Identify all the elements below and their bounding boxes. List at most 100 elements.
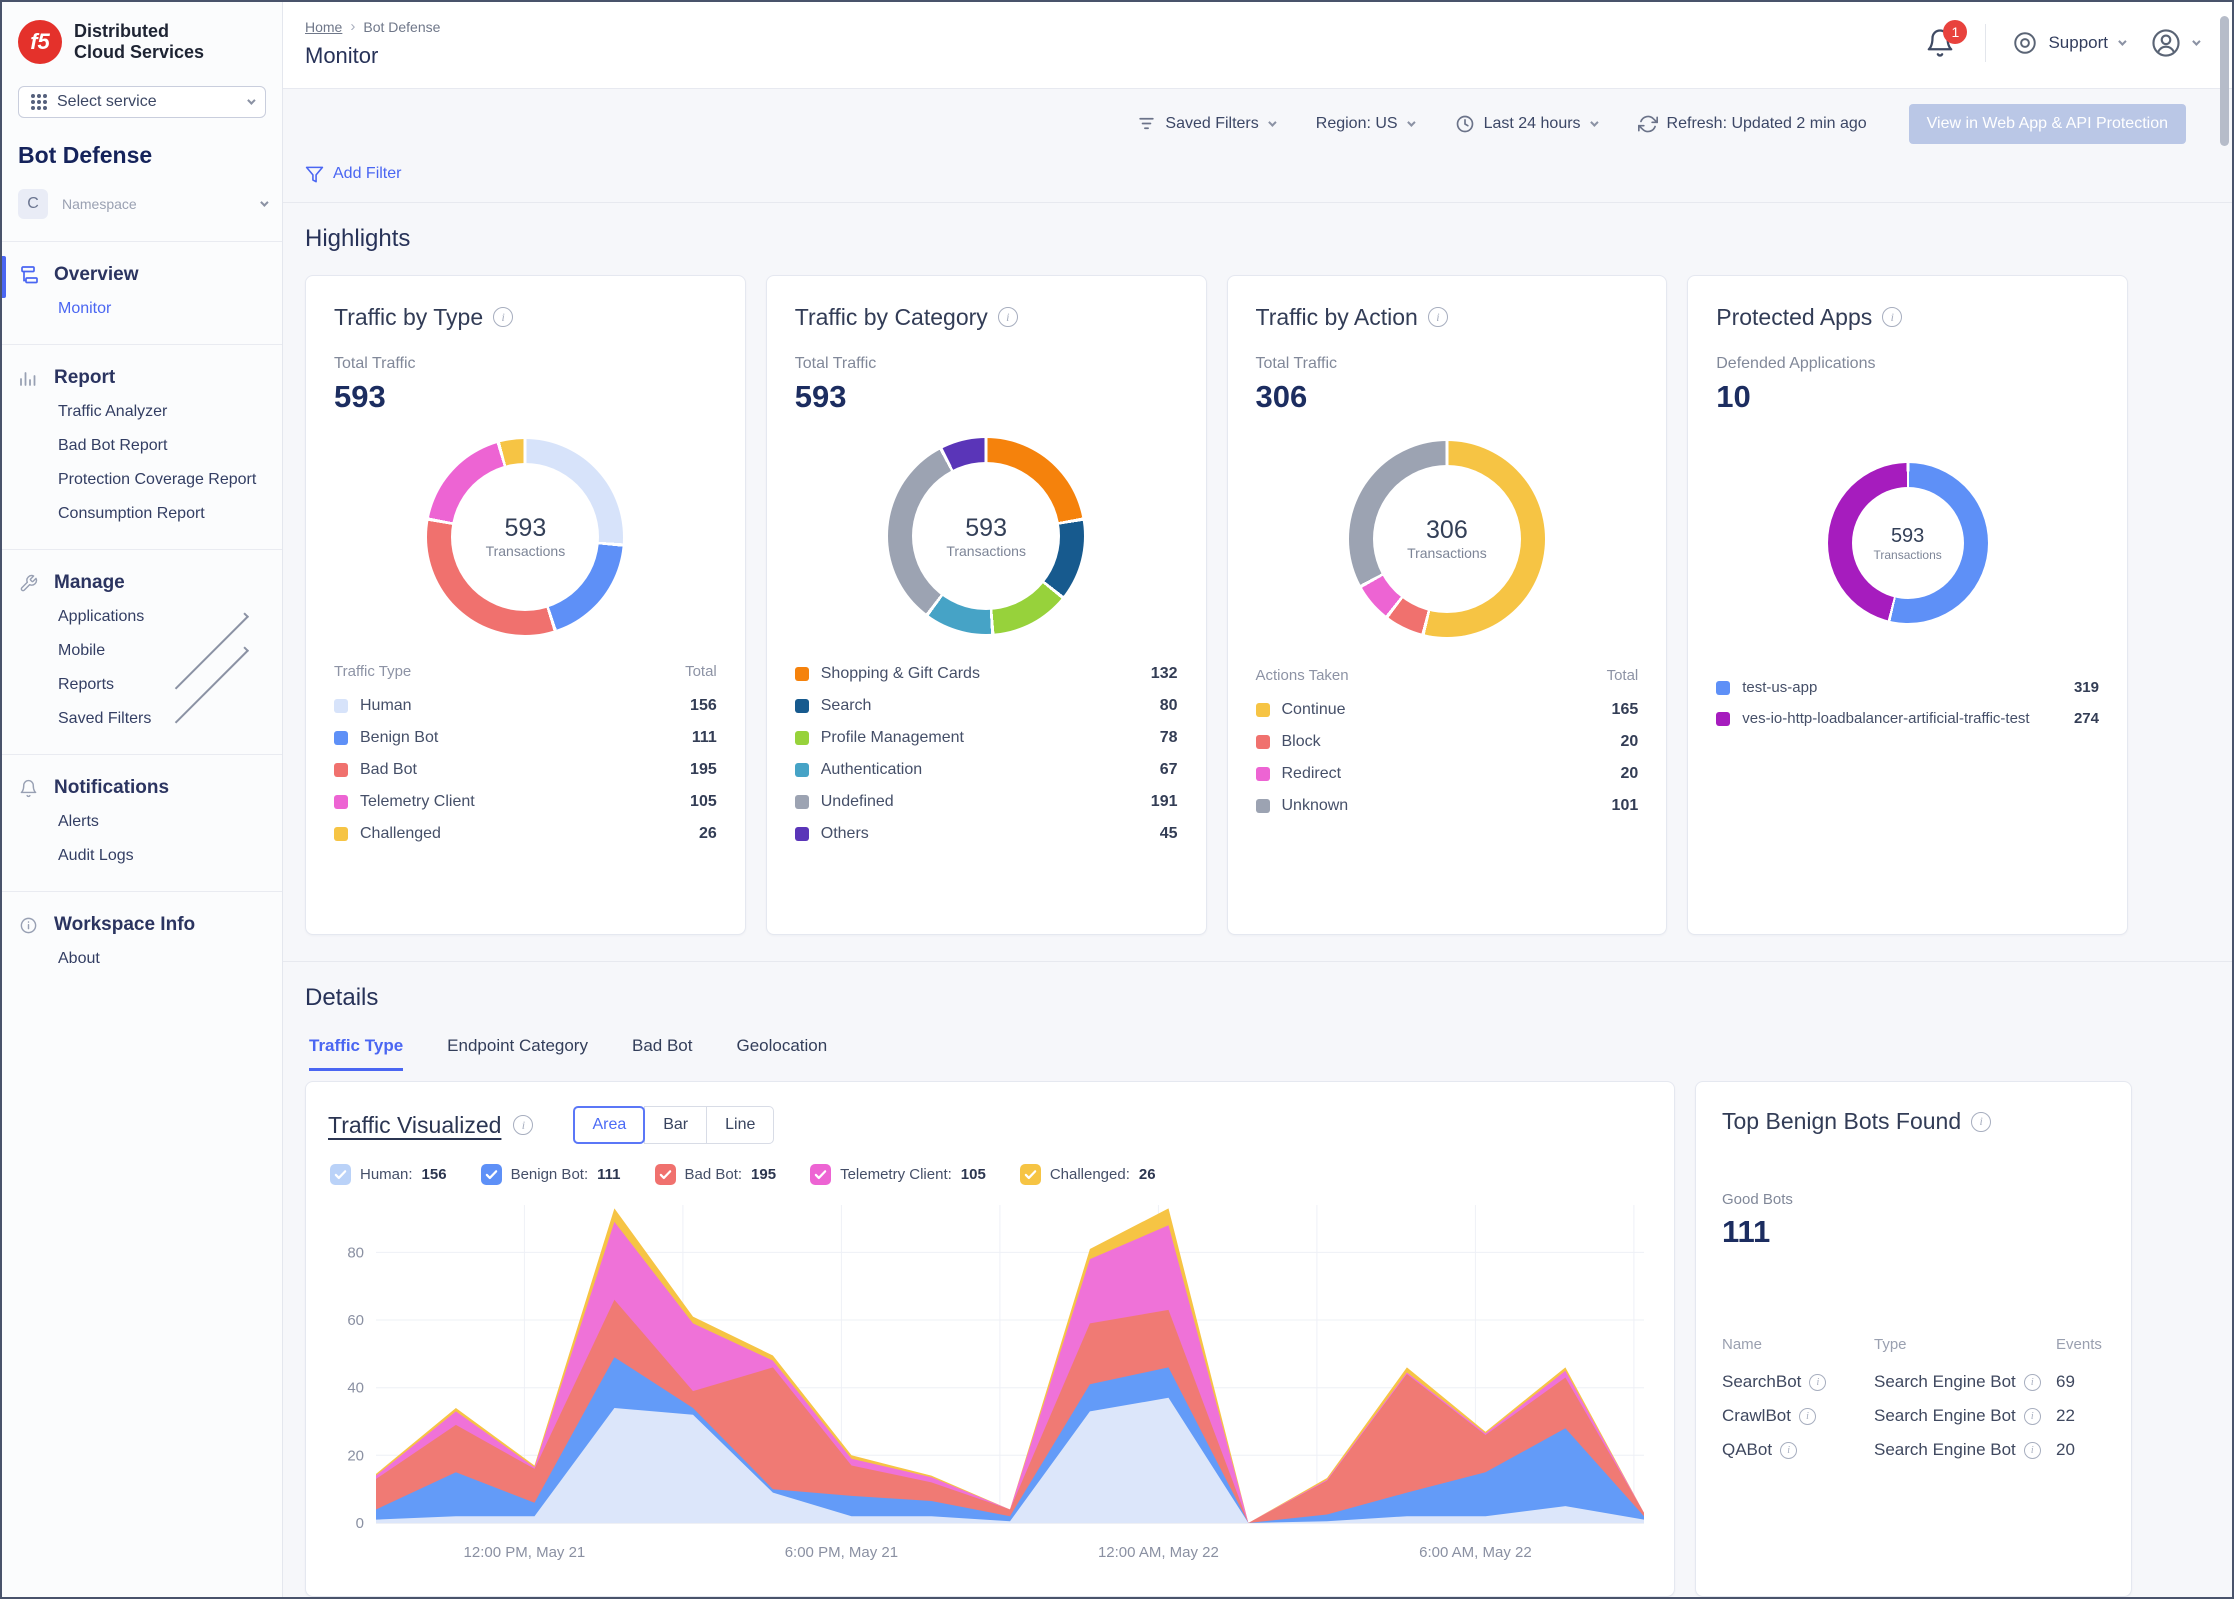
sidebar: f5 Distributed Cloud Services Select ser… — [2, 2, 283, 1597]
refresh-button[interactable]: Refresh: Updated 2 min ago — [1638, 114, 1867, 134]
view-in-waap-button[interactable]: View in Web App & API Protection — [1909, 104, 2186, 144]
sidebar-item-alerts[interactable]: Alerts — [2, 805, 282, 839]
sidebar-item-saved-filters[interactable]: Saved Filters — [2, 702, 282, 736]
sidebar-group-head-overview[interactable]: Overview — [2, 258, 282, 292]
sidebar-group-head-manage[interactable]: Manage — [2, 566, 282, 600]
info-icon[interactable]: i — [493, 307, 513, 327]
legend-value: 274 — [2074, 710, 2099, 727]
legend-row-human[interactable]: Human 156 — [334, 690, 717, 722]
donut-chart-traffic-by-type[interactable]: 593 Transactions — [427, 439, 623, 635]
good-bots-label: Good Bots — [1722, 1191, 2105, 1208]
info-icon[interactable]: i — [2024, 1442, 2041, 1459]
notifications-bell-button[interactable]: 1 — [1921, 24, 1959, 62]
info-icon[interactable]: i — [2024, 1374, 2041, 1391]
info-icon[interactable]: i — [2024, 1408, 2041, 1425]
sidebar-group-head-workspace-info[interactable]: Workspace Info — [2, 908, 282, 942]
legend-row-continue[interactable]: Continue 165 — [1256, 694, 1639, 726]
card-title: Protected Apps — [1716, 304, 1872, 331]
legend-row-undefined[interactable]: Undefined 191 — [795, 786, 1178, 818]
sidebar-group-workspace-info: Workspace Info About — [2, 891, 282, 994]
legend-row-redirect[interactable]: Redirect 20 — [1256, 758, 1639, 790]
namespace-label: Namespace — [62, 196, 246, 212]
brand-line2: Cloud Services — [74, 42, 204, 63]
namespace-selector[interactable]: C Namespace — [2, 189, 282, 219]
chevron-down-icon — [1407, 118, 1415, 126]
info-icon[interactable]: i — [1882, 307, 1902, 327]
legend-value: 20 — [1620, 765, 1638, 783]
brand-name: Distributed Cloud Services — [74, 21, 204, 62]
notification-badge: 1 — [1943, 20, 1967, 44]
chart-mode-bar[interactable]: Bar — [644, 1106, 707, 1144]
info-icon[interactable]: i — [1780, 1442, 1797, 1459]
series-checkbox-human[interactable]: Human:156 — [330, 1164, 447, 1185]
legend-value: 26 — [699, 825, 717, 843]
info-icon[interactable]: i — [1799, 1408, 1816, 1425]
info-icon[interactable]: i — [1971, 1112, 1991, 1132]
sidebar-group-report: Report Traffic Analyzer Bad Bot Report P… — [2, 344, 282, 549]
service-selector-label: Select service — [57, 93, 157, 111]
time-range-dropdown[interactable]: Last 24 hours — [1455, 114, 1596, 134]
tab-geolocation[interactable]: Geolocation — [736, 1036, 827, 1071]
tab-endpoint-category[interactable]: Endpoint Category — [447, 1036, 588, 1071]
saved-filters-dropdown[interactable]: Saved Filters — [1137, 114, 1273, 133]
add-filter-button[interactable]: Add Filter — [283, 159, 423, 202]
legend-row-shopping-gift-cards[interactable]: Shopping & Gift Cards 132 — [795, 658, 1178, 690]
info-icon[interactable]: i — [1809, 1374, 1826, 1391]
donut-chart-traffic-by-category[interactable]: 593 Transactions — [888, 438, 1084, 634]
legend-row-block[interactable]: Block 20 — [1256, 726, 1639, 758]
legend-row-search[interactable]: Search 80 — [795, 690, 1178, 722]
traffic-area-chart[interactable]: 02040608012:00 PM, May 216:00 PM, May 21… — [328, 1195, 1652, 1567]
series-checkbox-bad-bot[interactable]: Bad Bot:195 — [655, 1164, 777, 1185]
sidebar-item-consumption-report[interactable]: Consumption Report — [2, 497, 282, 531]
legend-row-test-us-app[interactable]: test-us-app 319 — [1716, 672, 2099, 703]
legend-row-telemetry-client[interactable]: Telemetry Client 105 — [334, 786, 717, 818]
card-legend: Traffic TypeTotal Human 156 Benign Bot 1… — [334, 659, 717, 850]
legend-swatch — [795, 667, 809, 681]
sidebar-item-monitor[interactable]: Monitor — [2, 292, 282, 326]
legend-row-authentication[interactable]: Authentication 67 — [795, 754, 1178, 786]
sidebar-item-about[interactable]: About — [2, 942, 282, 976]
legend-row-profile-management[interactable]: Profile Management 78 — [795, 722, 1178, 754]
info-icon[interactable]: i — [513, 1115, 533, 1135]
info-icon[interactable]: i — [1428, 307, 1448, 327]
vertical-scrollbar[interactable] — [2220, 16, 2229, 146]
chart-mode-line[interactable]: Line — [706, 1106, 774, 1144]
sidebar-group-head-notifications[interactable]: Notifications — [2, 771, 282, 805]
legend-row-others[interactable]: Others 45 — [795, 818, 1178, 850]
series-checkbox-challenged[interactable]: Challenged:26 — [1020, 1164, 1156, 1185]
series-checkbox-benign-bot[interactable]: Benign Bot:111 — [481, 1164, 621, 1185]
sidebar-item-traffic-analyzer[interactable]: Traffic Analyzer — [2, 395, 282, 429]
tab-bad-bot[interactable]: Bad Bot — [632, 1036, 693, 1071]
sidebar-item-audit-logs[interactable]: Audit Logs — [2, 839, 282, 873]
sidebar-item-bad-bot-report[interactable]: Bad Bot Report — [2, 429, 282, 463]
legend-swatch — [334, 699, 348, 713]
legend-row-benign-bot[interactable]: Benign Bot 111 — [334, 722, 717, 754]
service-selector[interactable]: Select service — [18, 86, 266, 118]
chart-mode-area[interactable]: Area — [573, 1106, 645, 1144]
legend-row-challenged[interactable]: Challenged 26 — [334, 818, 717, 850]
breadcrumb-home-link[interactable]: Home — [305, 19, 342, 35]
legend-row-ves-io-http-loadbalancer-artificial-traffic-test[interactable]: ves-io-http-loadbalancer-artificial-traf… — [1716, 703, 2099, 734]
sidebar-item-label: Alerts — [58, 813, 262, 831]
sidebar-group-head-report[interactable]: Report — [2, 361, 282, 395]
brand-line1: Distributed — [74, 21, 204, 42]
region-dropdown[interactable]: Region: US — [1316, 115, 1413, 133]
donut-chart-protected-apps[interactable]: 593 Transactions — [1828, 463, 1988, 623]
support-menu[interactable]: Support — [2012, 30, 2124, 56]
tab-traffic-type[interactable]: Traffic Type — [309, 1036, 403, 1071]
series-label: Telemetry Client: — [840, 1166, 952, 1183]
legend-row-unknown[interactable]: Unknown 101 — [1256, 790, 1639, 822]
series-value: 26 — [1139, 1166, 1156, 1183]
legend-row-bad-bot[interactable]: Bad Bot 195 — [334, 754, 717, 786]
sidebar-item-protection-coverage-report[interactable]: Protection Coverage Report — [2, 463, 282, 497]
legend-label: Unknown — [1282, 797, 1600, 815]
series-checkbox-telemetry-client[interactable]: Telemetry Client:105 — [810, 1164, 986, 1185]
donut-chart-traffic-by-action[interactable]: 306 Transactions — [1349, 441, 1545, 637]
sidebar-item-reports[interactable]: Reports — [2, 668, 282, 702]
legend-value: 319 — [2074, 679, 2099, 696]
info-icon[interactable]: i — [998, 307, 1018, 327]
sidebar-group-label: Overview — [54, 264, 139, 286]
card-title: Traffic by Action — [1256, 304, 1418, 331]
account-menu[interactable] — [2150, 27, 2198, 59]
donut-center-label: Transactions — [946, 543, 1026, 559]
